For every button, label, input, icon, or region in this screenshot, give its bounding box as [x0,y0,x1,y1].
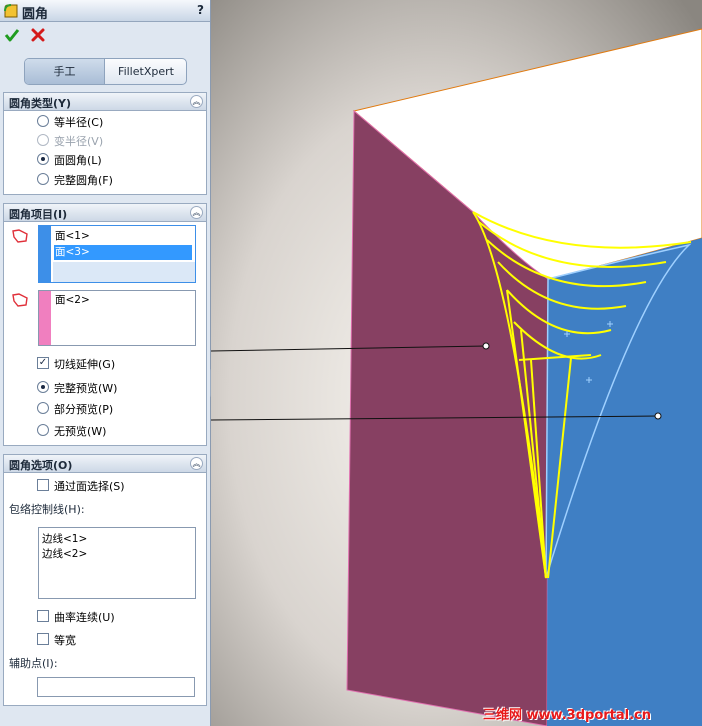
face-set-1-item[interactable]: 面<1> [54,229,192,244]
collapse-chevron-icon[interactable]: ︽ [190,95,203,108]
panel-title: 圆角 [22,7,49,22]
hold-line-item[interactable]: 边线<1> [42,531,87,546]
radio-button[interactable] [37,173,49,185]
help-button[interactable]: ? [197,3,204,17]
checkbox[interactable] [37,610,49,622]
radio-label: 完整预览(W) [54,382,118,395]
radio-label: 完整圆角(F) [54,174,113,187]
radio-button[interactable] [37,153,49,165]
face-set-1-list[interactable]: 面<1> 面<3> [38,225,196,283]
fillet-options-title: 圆角选项(O) [9,459,73,472]
tab-filletxpert[interactable]: FilletXpert [106,59,186,84]
watermark: 三维网 www.3dportal.cn [483,708,652,723]
face-set-1-icon [12,229,28,243]
fillet-items-title: 圆角项目(I) [9,208,68,221]
collapse-chevron-icon[interactable]: ︽ [190,457,203,470]
radio-label: 无预览(W) [54,425,107,438]
radio-button[interactable] [37,424,49,436]
radio-button[interactable] [37,381,49,393]
checkbox[interactable]: ✓ [37,357,49,369]
panel-title-bar: 圆角 ? [0,0,210,22]
radio-label: 部分预览(P) [54,403,114,416]
mode-toggle: 手工 FilletXpert [24,58,187,85]
fillet-type-header[interactable]: 圆角类型(Y) ︽ [4,93,206,111]
ok-button[interactable] [4,27,20,43]
face-set-2-icon [12,293,28,307]
hold-line-label: 包络控制线(H): [9,503,85,516]
face-set-1-color-bar [39,226,51,282]
graphics-viewport[interactable]: 三维网 www.3dportal.cn [211,0,702,726]
collapse-chevron-icon[interactable]: ︽ [190,206,203,219]
property-manager-panel: 圆角 ? 手工 FilletXpert 圆角类型(Y) ︽ 等半径(C) 变半径… [0,0,211,726]
checkbox[interactable] [37,479,49,491]
checkbox-label: 等宽 [54,634,76,647]
radio-label: 变半径(V) [54,135,104,148]
cancel-button[interactable] [30,27,46,43]
radio-button[interactable] [37,402,49,414]
help-point-input[interactable] [37,677,195,697]
fillet-type-title: 圆角类型(Y) [9,97,72,110]
checkbox-label: 切线延伸(G) [54,358,116,371]
face-set-1-item-selected[interactable]: 面<3> [54,245,192,260]
radio-label: 等半径(C) [54,116,104,129]
hold-line-list[interactable]: 边线<1> 边线<2> [38,527,196,599]
model-view[interactable] [211,0,702,726]
fillet-feature-icon [4,4,18,18]
checkbox-label: 通过面选择(S) [54,480,125,493]
face-set-2-list[interactable]: 面<2> [38,290,196,346]
fillet-type-group: 圆角类型(Y) ︽ 等半径(C) 变半径(V) 面圆角(L) 完整圆角(F) [3,92,207,195]
fillet-items-group: 圆角项目(I) ︽ 面<1> 面<3> 面<2> ✓ 切线延伸(G) 完整预览(… [3,203,207,446]
checkbox-label: 曲率连续(U) [54,611,115,624]
help-point-label: 辅助点(I): [9,657,58,670]
face-set-1-empty-area [53,262,195,282]
tab-manual[interactable]: 手工 [25,59,105,84]
hold-line-item[interactable]: 边线<2> [42,546,87,561]
fillet-options-header[interactable]: 圆角选项(O) ︽ [4,455,206,473]
radio-button[interactable] [37,115,49,127]
radio-label: 面圆角(L) [54,154,102,167]
fillet-items-header[interactable]: 圆角项目(I) ︽ [4,204,206,222]
face-set-2-item[interactable]: 面<2> [54,293,192,308]
radio-button [37,134,49,146]
checkbox[interactable] [37,633,49,645]
fillet-options-group: 圆角选项(O) ︽ 通过面选择(S) 包络控制线(H): 边线<1> 边线<2>… [3,454,207,706]
face-set-2-color-bar [39,291,51,345]
